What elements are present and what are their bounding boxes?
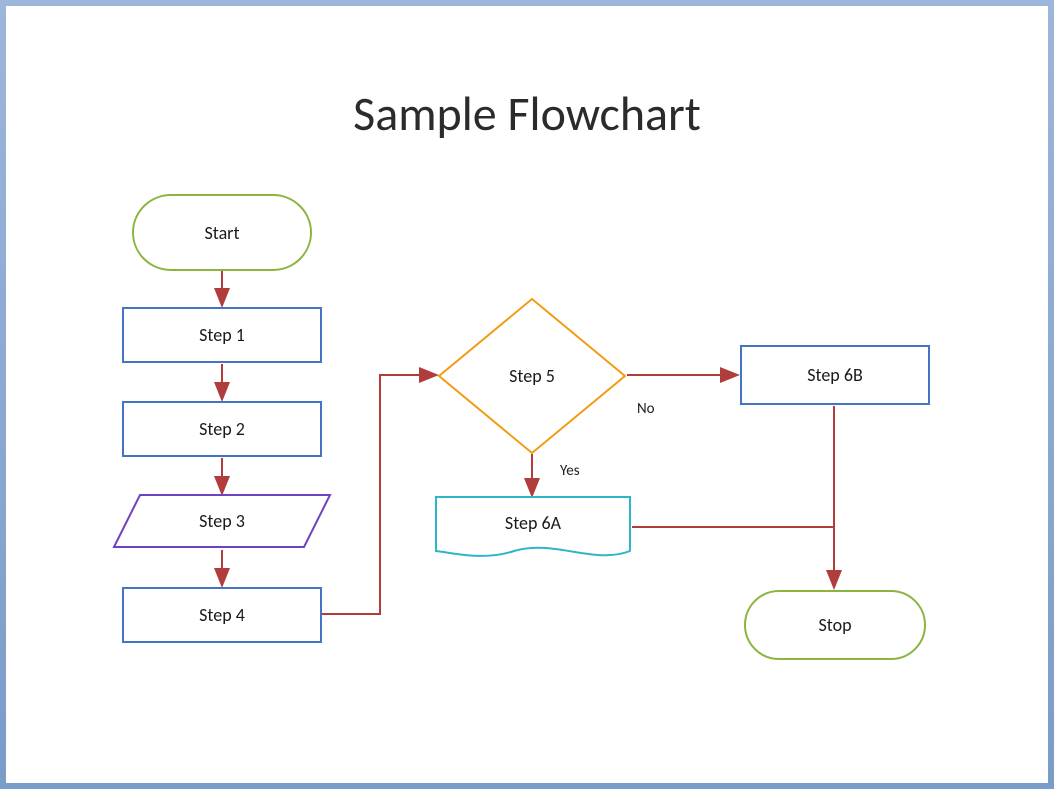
node-step2: Step 2 bbox=[122, 401, 322, 457]
edge-label-no: No bbox=[637, 400, 655, 418]
node-start: Start bbox=[132, 194, 312, 271]
node-step5-label: Step 5 bbox=[437, 297, 627, 455]
node-step1: Step 1 bbox=[122, 307, 322, 363]
node-step6a: Step 6A bbox=[434, 495, 632, 565]
node-step6a-label: Step 6A bbox=[434, 495, 632, 551]
node-step3: Step 3 bbox=[112, 493, 332, 549]
node-stop-label: Stop bbox=[744, 590, 926, 660]
edge-label-yes: Yes bbox=[560, 462, 580, 480]
node-step1-label: Step 1 bbox=[122, 307, 322, 363]
node-step4-label: Step 4 bbox=[122, 587, 322, 643]
node-step6b-label: Step 6B bbox=[740, 345, 930, 405]
node-step6b: Step 6B bbox=[740, 345, 930, 405]
node-step3-label: Step 3 bbox=[112, 493, 332, 549]
node-step2-label: Step 2 bbox=[122, 401, 322, 457]
node-step4: Step 4 bbox=[122, 587, 322, 643]
node-start-label: Start bbox=[132, 194, 312, 271]
node-stop: Stop bbox=[744, 590, 926, 660]
flowchart-canvas: Sample Flowchart Start bbox=[22, 22, 1032, 767]
node-step5: Step 5 bbox=[437, 297, 627, 455]
